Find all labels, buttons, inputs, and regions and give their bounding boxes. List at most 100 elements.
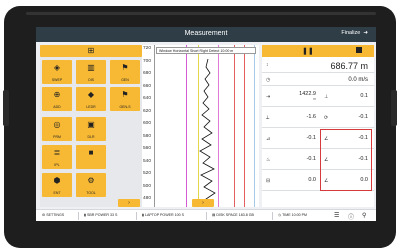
menu-icon: ☰ [334,213,340,219]
tile-gen[interactable]: ⚑ GEN [110,60,140,84]
status-label: DISK SPACE 183.8 GB [216,213,254,217]
signal-button[interactable]: ⚲ [362,212,366,219]
finalize-label: Finalize [341,30,361,36]
reading-value: -0.1 [358,114,368,120]
tile-ois[interactable]: ▥ OIS [76,60,106,84]
tile-label: IPL [54,163,60,167]
camera-icon: ▣ [87,120,95,129]
document-icon: ≣ [53,148,61,157]
sensor-icon: ⊥ [324,94,329,100]
page-title: Measurement [184,30,228,37]
tile-ledr[interactable]: ◆ LEDR [76,87,106,111]
temperature-icon: ♨ [266,157,271,163]
tilt-icon: ⟂ [266,115,270,121]
status-label: LAPTOP POWER 100 S [144,213,184,217]
depth-value: 686.77 m [330,61,368,71]
divider [78,212,79,220]
antenna-icon: ▥ [87,63,95,72]
tile-label: DLR [87,135,95,139]
signal-trace [199,58,216,206]
tile-label: PRM [53,135,61,139]
unit-text: m [313,97,316,101]
chart-tooltip: Window Horizontal Short Right Detect 10:… [156,47,256,54]
reading-row-1: ⇥ 1422.9 m ⊥ 0.1 [262,87,374,107]
status-label: SBR POWER 33 S [86,213,118,217]
tile-media[interactable]: ■ [76,145,106,169]
tile-label: TOOL [86,191,96,195]
app-header: Measurement Finalize ➜ [36,27,376,42]
tile-ipl[interactable]: ≣ IPL [42,145,72,169]
cable-icon: ⇥ [266,94,271,100]
laptop-power-status: ▮ LAPTOP POWER 100 S [142,213,184,217]
settings-button[interactable]: ⚙ SETTINGS [42,213,64,217]
grid-button[interactable]: ⊞ [40,45,142,57]
tile-swep[interactable]: ◈ SWEP [42,60,72,84]
more-button[interactable]: › [118,199,140,207]
status-label: TIME 10:00 PM [282,213,308,217]
location-pin-icon: ⚑ [121,63,129,72]
gear-icon: ⚙ [87,176,95,185]
reading-value: 0.0 [308,177,316,183]
readings-panel: ❚❚ ↕ 686.77 m ◷ 0.0 m/s ⇥ 1422.9 m ⊥ 0.1 … [262,45,374,207]
cable-length-value: 1422.9 m [292,91,316,101]
time-status: ◷ TIME 10:00 PM [278,213,307,217]
tablet-bezel [26,12,376,15]
reading-value: -0.1 [306,135,316,141]
tile-ent[interactable]: ⬢ ENT [42,173,72,197]
tile-label: GEN-S [119,105,131,109]
finalize-button[interactable]: Finalize ➜ [341,30,368,36]
divider [206,212,207,220]
depth-chart[interactable]: 720 700 680 660 640 620 600 580 560 540 520 500 480 … [142,45,259,207]
roll-icon: ⟳ [324,115,329,121]
speed-icon: ◷ [266,77,271,83]
media-icon: ■ [88,148,94,157]
depth-icon: ↕ [266,62,269,68]
status-label: SETTINGS [46,213,65,217]
disk-space-status: ▤ DISK SPACE 183.8 GB [212,213,254,217]
flag-icon: ⚑ [121,90,129,99]
depth-row: ↕ 686.77 m [262,59,374,73]
highlight-box [320,129,372,191]
tile-tool[interactable]: ⚙ TOOL [76,173,106,197]
marker-icon: ◆ [87,90,95,99]
stop-button[interactable] [356,47,362,53]
reading-value: -1.6 [306,114,316,120]
app-screen: Measurement Finalize ➜ ⊞ ◈ SWEP ▥ OIS ⚑ … [36,27,376,221]
menu-button[interactable]: ☰ [334,212,339,219]
pause-button[interactable]: ❚❚ [302,47,314,55]
speed-value: 0.0 m/s [348,77,368,83]
chevron-right-icon: › [202,200,204,206]
tablet-side-button-left [3,90,9,126]
grid-icon: ⊞ [87,46,95,55]
tile-label: LEDR [86,105,96,109]
signal-icon: ⚲ [362,213,367,219]
info-button[interactable]: ⓘ [348,212,354,221]
pause-icon: ❚❚ [302,48,314,55]
info-icon: ⓘ [348,215,355,221]
tile-dlr[interactable]: ▣ DLR [76,117,106,141]
sbr-power-status: ▮ SBR POWER 33 S [84,213,117,217]
tablet-side-button-right [391,90,397,126]
arrow-right-icon: ➜ [361,30,368,36]
pitch-icon: ⊿ [266,136,271,142]
add-point-icon: ⊕ [53,90,61,99]
tile-prm[interactable]: ◎ PRM [42,117,72,141]
tile-label: ADD [53,105,61,109]
tile-label: SWEP [51,78,63,82]
spiral-icon: ◎ [53,120,61,129]
tile-label: OIS [87,78,95,82]
status-bar: ⚙ SETTINGS ▮ SBR POWER 33 S ▮ LAPTOP POW… [36,209,376,221]
tile-gen-s[interactable]: ⚑ GEN-S [110,87,140,111]
tool-panel: ⊞ ◈ SWEP ▥ OIS ⚑ GEN ⊕ ADD ◆ LEDR ⚑ GEN-… [40,45,142,207]
diamond-icon: ◈ [53,63,61,72]
chart-next-button[interactable]: › [192,199,214,207]
reading-value: -0.1 [306,156,316,162]
hexagon-icon: ⬢ [53,176,61,185]
tile-label: ENT [53,191,61,195]
speed-row: ◷ 0.0 m/s [262,74,374,86]
tile-label: GEN [121,78,129,82]
reading-row-2: ⟂ -1.6 ⟳ -0.1 [262,108,374,128]
gauge-icon: ⊟ [266,178,271,184]
tile-add[interactable]: ⊕ ADD [42,87,72,111]
playback-bar: ❚❚ [262,45,374,57]
